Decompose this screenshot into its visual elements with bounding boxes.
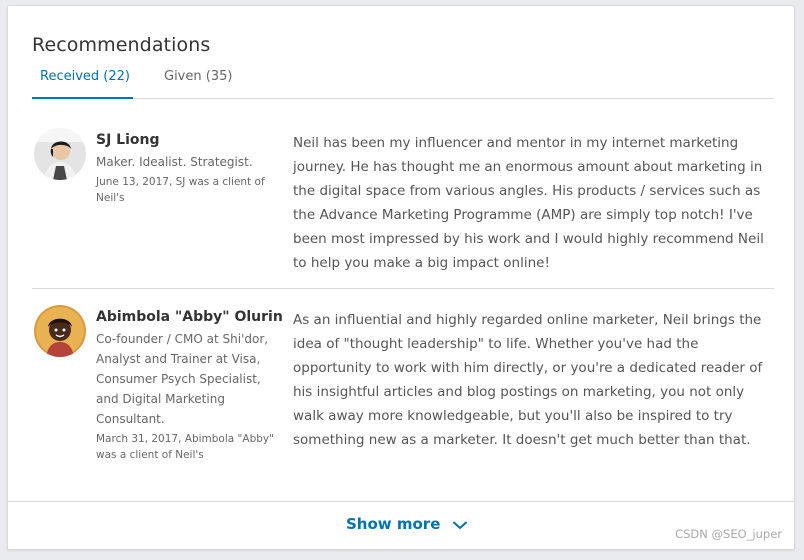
recommendation-text: Neil has been my influencer and mentor i… — [293, 135, 764, 271]
recommender-name[interactable]: Abimbola "Abby" Olurin — [96, 308, 283, 326]
active-tab-indicator — [32, 97, 133, 99]
recommendation-text: As an influential and highly regarded on… — [293, 312, 763, 448]
recommender-headline: Co-founder / CMO at Shi'dor, Analyst and… — [96, 332, 269, 426]
chevron-down-icon — [452, 516, 467, 534]
person-photo-icon — [34, 128, 86, 180]
section-title: Recommendations — [32, 34, 211, 56]
person-photo-icon — [34, 305, 86, 357]
tab-given[interactable]: Given (35) — [164, 69, 232, 84]
recommender-headline: Maker. Idealist. Strategist. — [96, 155, 253, 169]
recommendations-card: Recommendations Received (22) Given (35)… — [7, 5, 795, 550]
tab-received[interactable]: Received (22) — [40, 69, 130, 84]
card-footer: Show more CSDN @SEO_juper — [8, 501, 794, 549]
show-more-label: Show more — [346, 515, 441, 533]
recommender-info: SJ Liong Maker. Idealist. Strategist. Ju… — [96, 131, 281, 206]
show-more-button[interactable]: Show more — [346, 515, 467, 534]
recommender-name[interactable]: SJ Liong — [96, 131, 281, 149]
watermark: CSDN @SEO_juper — [675, 527, 782, 541]
recommendation-item: Abimbola "Abby" Olurin Co-founder / CMO … — [32, 300, 774, 490]
recommendation-meta: June 13, 2017, SJ was a client of Neil's — [96, 176, 265, 204]
avatar[interactable] — [34, 305, 86, 357]
recommender-info: Abimbola "Abby" Olurin Co-founder / CMO … — [96, 308, 283, 463]
recommendation-meta: March 31, 2017, Abimbola "Abby" was a cl… — [96, 433, 274, 461]
recommendations-tabs: Received (22) Given (35) — [32, 68, 774, 99]
avatar[interactable] — [34, 128, 86, 180]
recommendation-item: SJ Liong Maker. Idealist. Strategist. Ju… — [32, 123, 774, 289]
